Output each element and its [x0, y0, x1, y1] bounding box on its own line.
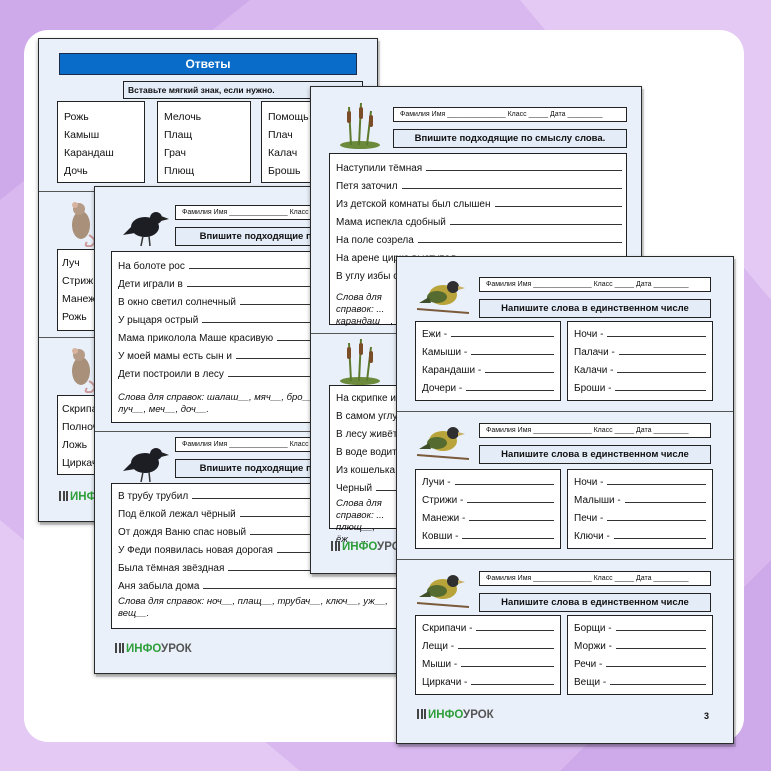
siskin-task-3: Напишите слова в единственном числе	[479, 593, 711, 612]
answers-col-2-list: Мелочь Плащ Грач Плющ	[164, 111, 202, 177]
siskin-s2-left-list: Лучи - Стрижи - Манежи - Ковши -	[422, 474, 554, 546]
siskin-line: Броши -	[574, 380, 706, 398]
siskin-separator-1	[397, 411, 733, 412]
siskin-s1-left: Ежи - Камыши - Карандаши - Дочери -	[415, 321, 561, 401]
siskin-line: Вещи -	[574, 674, 706, 692]
siskin-line: Карандаши -	[422, 362, 554, 380]
crow-icon-2	[123, 439, 169, 483]
answers-title: Ответы	[59, 53, 357, 75]
siskin-task-2: Напишите слова в единственном числе	[479, 445, 711, 464]
reeds-task: Впишите подходящие по смыслу слова.	[393, 129, 627, 148]
siskin-header-fields-1: Фамилия Имя _______________ Класс _____ …	[479, 277, 711, 292]
siskin-line: Манежи -	[422, 510, 554, 528]
siskin-line: Ежи -	[422, 326, 554, 344]
siskin-line: Стрижи -	[422, 492, 554, 510]
siskin-s3-right-list: Борщи - Моржи - Речи - Вещи -	[574, 620, 706, 692]
siskin-s1-right-list: Ночи - Палачи - Калачи - Броши -	[574, 326, 706, 398]
reeds-line: Мама испекла сдобный	[336, 214, 622, 232]
siskin-line: Калачи -	[574, 362, 706, 380]
answers-col-3-list: Помощь Плач Калач Брошь	[268, 111, 309, 177]
reeds-icon	[337, 101, 383, 149]
siskin-s2-right-list: Ночи - Малыши - Печи - Ключи -	[574, 474, 706, 546]
siskin-line: Речи -	[574, 656, 706, 674]
siskin-line: Скрипачи -	[422, 620, 554, 638]
siskin-line: Ночи -	[574, 474, 706, 492]
siskin-s3-right: Борщи - Моржи - Речи - Вещи -	[567, 615, 713, 695]
reeds-line: Наступили тёмная	[336, 160, 622, 178]
answers-col-1-list: Рожь Камыш Карандаш Дочь	[64, 111, 114, 177]
siskin-line: Ночи -	[574, 326, 706, 344]
siskin-icon-3	[417, 567, 469, 611]
infourok-logo: ИНФОУРОК	[417, 709, 494, 721]
siskin-icon-2	[417, 419, 469, 463]
reeds-header-fields: Фамилия Имя _______________ Класс _____ …	[393, 107, 627, 122]
siskin-line: Ковши -	[422, 528, 554, 546]
siskin-line: Циркачи -	[422, 674, 554, 692]
reeds-line: На поле созрела	[336, 232, 622, 250]
siskin-line: Моржи -	[574, 638, 706, 656]
siskin-line: Камыши -	[422, 344, 554, 362]
answers-col-2: Мелочь Плащ Грач Плющ	[157, 101, 251, 183]
crow-hint-1: Слова для справок: шалаш__, мяч__, бро__…	[118, 392, 316, 415]
siskin-line: Ключи -	[574, 528, 706, 546]
siskin-worksheet: Фамилия Имя _______________ Класс _____ …	[396, 256, 734, 744]
siskin-line: Палачи -	[574, 344, 706, 362]
siskin-line: Лучи -	[422, 474, 554, 492]
siskin-s1-right: Ночи - Палачи - Калачи - Броши -	[567, 321, 713, 401]
page-number: 3	[703, 711, 709, 721]
crow-hint-2: Слова для справок: ноч__, плащ__, трубач…	[118, 596, 388, 619]
infourok-logo: ИНФОУРОК	[115, 643, 192, 655]
siskin-header-fields-2: Фамилия Имя _______________ Класс _____ …	[479, 423, 711, 438]
siskin-line: Мыши -	[422, 656, 554, 674]
siskin-separator-2	[397, 559, 733, 560]
crow-line: Аня забыла дома	[118, 578, 406, 596]
crow-icon	[123, 203, 169, 247]
siskin-line: Лещи -	[422, 638, 554, 656]
siskin-s2-left: Лучи - Стрижи - Манежи - Ковши -	[415, 469, 561, 549]
siskin-line: Дочери -	[422, 380, 554, 398]
answers-col-1: Рожь Камыш Карандаш Дочь	[57, 101, 145, 183]
reeds-line: Из детской комнаты был слышен	[336, 196, 622, 214]
siskin-line: Борщи -	[574, 620, 706, 638]
reeds-icon-2	[337, 337, 383, 385]
siskin-s3-left: Скрипачи - Лещи - Мыши - Циркачи -	[415, 615, 561, 695]
siskin-s2-right: Ночи - Малыши - Печи - Ключи -	[567, 469, 713, 549]
reeds-line: Петя заточил	[336, 178, 622, 196]
siskin-line: Малыши -	[574, 492, 706, 510]
siskin-s3-left-list: Скрипачи - Лещи - Мыши - Циркачи -	[422, 620, 554, 692]
siskin-icon	[417, 273, 469, 317]
siskin-header-fields-3: Фамилия Имя _______________ Класс _____ …	[479, 571, 711, 586]
siskin-line: Печи -	[574, 510, 706, 528]
reeds-hint-2: Слова для справок: ... плющ__, ёж__ ...	[336, 498, 385, 545]
siskin-task-1: Напишите слова в единственном числе	[479, 299, 711, 318]
siskin-s1-left-list: Ежи - Камыши - Карандаши - Дочери -	[422, 326, 554, 398]
